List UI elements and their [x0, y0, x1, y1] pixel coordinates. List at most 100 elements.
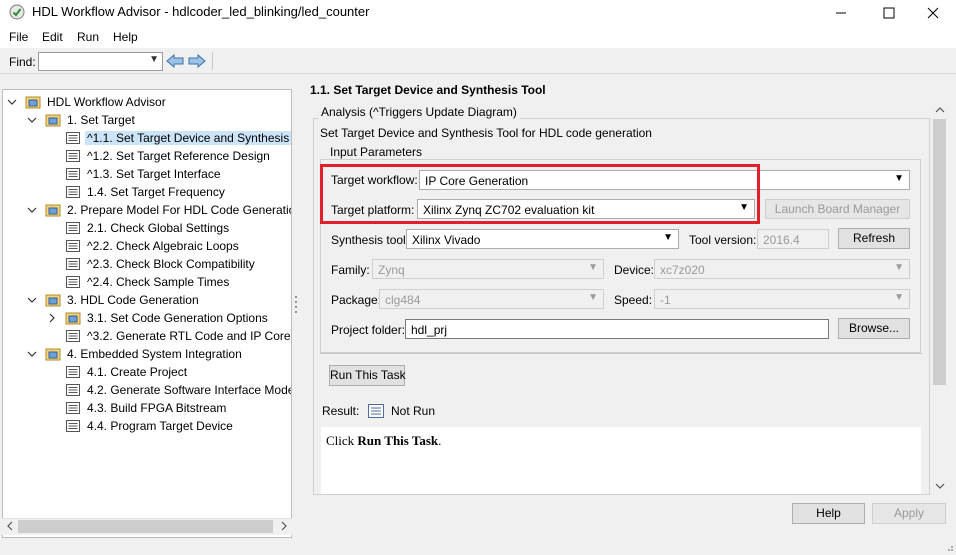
expand-chevron-icon[interactable]: [27, 205, 37, 215]
tree-item-4-1[interactable]: 4.1. Create Project: [65, 363, 189, 381]
run-this-task-button[interactable]: Run This Task: [329, 365, 406, 386]
resize-grip-icon[interactable]: [944, 542, 954, 552]
browse-button[interactable]: Browse...: [838, 318, 910, 339]
tool-version-value: 2016.4: [763, 233, 800, 247]
tool-version-label: Tool version:: [689, 233, 757, 247]
menu-help[interactable]: Help: [113, 30, 138, 44]
tree-item-label: 1.4. Set Target Frequency: [87, 185, 225, 199]
tree-item-label: 4. Embedded System Integration: [67, 347, 242, 361]
tree-item-prepare-model[interactable]: 2. Prepare Model For HDL Code Generation: [45, 201, 291, 219]
splitter-handle[interactable]: [294, 295, 298, 313]
task-tree[interactable]: HDL Workflow Advisor 1. Set Target ^1.1.…: [2, 89, 292, 538]
tree-item-4-3[interactable]: 4.3. Build FPGA Bitstream: [65, 399, 228, 417]
task-description: Set Target Device and Synthesis Tool for…: [320, 126, 652, 140]
find-label: Find:: [9, 55, 36, 69]
tree-item-2-1[interactable]: 2.1. Check Global Settings: [65, 219, 231, 237]
maximize-button[interactable]: [866, 0, 912, 26]
folder-advisor-icon: [25, 96, 41, 109]
folder-task-icon: [65, 312, 81, 325]
find-combobox[interactable]: ▼: [38, 52, 163, 71]
window-title: HDL Workflow Advisor - hdlcoder_led_blin…: [32, 4, 370, 19]
scrollbar-thumb[interactable]: [933, 119, 946, 385]
project-folder-input[interactable]: hdl_prj: [405, 319, 829, 339]
tree-item-1-4[interactable]: 1.4. Set Target Frequency: [65, 183, 227, 201]
chevron-down-icon: ▼: [588, 262, 598, 273]
speed-select[interactable]: -1 ▼: [654, 289, 910, 309]
tree-item-1-1[interactable]: ^1.1. Set Target Device and Synthesis To…: [65, 129, 291, 147]
result-message: Click Run This Task.: [326, 433, 441, 449]
tree-item-label: ^3.2. Generate RTL Code and IP Core: [87, 329, 291, 343]
result-status: Not Run: [391, 404, 436, 418]
menu-run[interactable]: Run: [77, 30, 99, 44]
tree-item-4-2[interactable]: 4.2. Generate Software Interface Model: [65, 381, 292, 399]
expand-chevron-icon[interactable]: [27, 115, 37, 125]
task-page-icon: [66, 384, 80, 396]
scroll-down-icon[interactable]: [935, 481, 945, 491]
tree-item-label: 4.4. Program Target Device: [87, 419, 233, 433]
folder-task-icon: [45, 204, 61, 217]
tree-item-label: ^1.2. Set Target Reference Design: [87, 149, 270, 163]
task-page-icon: [66, 132, 80, 144]
menu-file[interactable]: File: [9, 30, 28, 44]
tree-item-2-3[interactable]: ^2.3. Check Block Compatibility: [65, 255, 257, 273]
tree-item-label: 4.3. Build FPGA Bitstream: [87, 401, 227, 415]
family-value: Zynq: [378, 263, 405, 277]
maximize-icon: [883, 7, 895, 19]
tree-item-hdl-code-generation[interactable]: 3. HDL Code Generation: [45, 291, 201, 309]
synthesis-tool-select[interactable]: Xilinx Vivado ▼: [406, 229, 679, 249]
expand-chevron-icon[interactable]: [27, 295, 37, 305]
minimize-icon: [836, 12, 846, 14]
tree-item-label: 2.1. Check Global Settings: [87, 221, 230, 235]
tree-item-label: 4.2. Generate Software Interface Model: [87, 383, 292, 397]
scroll-up-icon[interactable]: [935, 105, 945, 115]
expand-chevron-icon[interactable]: [7, 97, 17, 107]
project-folder-value: hdl_prj: [411, 323, 448, 337]
tree-item-3-1[interactable]: 3.1. Set Code Generation Options: [65, 309, 270, 327]
family-select[interactable]: Zynq ▼: [372, 259, 604, 279]
tree-item-label: 1. Set Target: [67, 113, 135, 127]
collapse-chevron-right-icon[interactable]: [47, 313, 57, 323]
launch-board-manager-button[interactable]: Launch Board Manager: [765, 199, 910, 219]
task-page-icon: [66, 168, 80, 180]
scrollbar-thumb[interactable]: [18, 520, 273, 533]
tree-item-set-target[interactable]: 1. Set Target: [45, 111, 137, 129]
scroll-right-icon[interactable]: [279, 521, 289, 531]
speed-label: Speed:: [614, 293, 653, 307]
folder-task-icon: [45, 348, 61, 361]
tree-item-4-4[interactable]: 4.4. Program Target Device: [65, 417, 235, 435]
task-page-icon: [66, 186, 80, 198]
tree-item-2-4[interactable]: ^2.4. Check Sample Times: [65, 273, 231, 291]
expand-chevron-icon[interactable]: [27, 349, 37, 359]
tree-item-root[interactable]: HDL Workflow Advisor: [25, 93, 168, 111]
highlight-annotation-box: [320, 164, 760, 224]
tree-item-2-2[interactable]: ^2.2. Check Algebraic Loops: [65, 237, 241, 255]
tool-version-field: 2016.4: [757, 229, 829, 249]
tree-item-embedded-system[interactable]: 4. Embedded System Integration: [45, 345, 244, 363]
chevron-down-icon: ▼: [894, 262, 904, 273]
task-page-icon: [66, 420, 80, 432]
scroll-left-icon[interactable]: [5, 521, 15, 531]
back-arrow-icon[interactable]: [166, 53, 184, 69]
device-select[interactable]: xc7z020 ▼: [654, 259, 910, 279]
divider: [320, 353, 922, 354]
chevron-down-icon: ▼: [894, 173, 904, 184]
refresh-button[interactable]: Refresh: [838, 228, 910, 249]
device-value: xc7z020: [660, 263, 705, 277]
tree-item-label: 3. HDL Code Generation: [67, 293, 199, 307]
menu-edit[interactable]: Edit: [42, 30, 63, 44]
analysis-legend: Analysis (^Triggers Update Diagram): [318, 105, 520, 119]
forward-arrow-icon[interactable]: [188, 53, 206, 69]
tree-item-1-2[interactable]: ^1.2. Set Target Reference Design: [65, 147, 272, 165]
result-label: Result:: [322, 404, 360, 418]
package-label: Package:: [331, 293, 382, 307]
minimize-button[interactable]: [818, 0, 864, 26]
task-page-icon: [66, 402, 80, 414]
package-select[interactable]: clg484 ▼: [379, 289, 604, 309]
chevron-down-icon: ▼: [149, 54, 159, 65]
tree-item-1-3[interactable]: ^1.3. Set Target Interface: [65, 165, 223, 183]
result-prefix: Click: [326, 433, 358, 448]
close-button[interactable]: [910, 0, 956, 26]
apply-button[interactable]: Apply: [872, 503, 946, 524]
help-button[interactable]: Help: [792, 503, 865, 524]
tree-item-3-2[interactable]: ^3.2. Generate RTL Code and IP Core: [65, 327, 291, 345]
